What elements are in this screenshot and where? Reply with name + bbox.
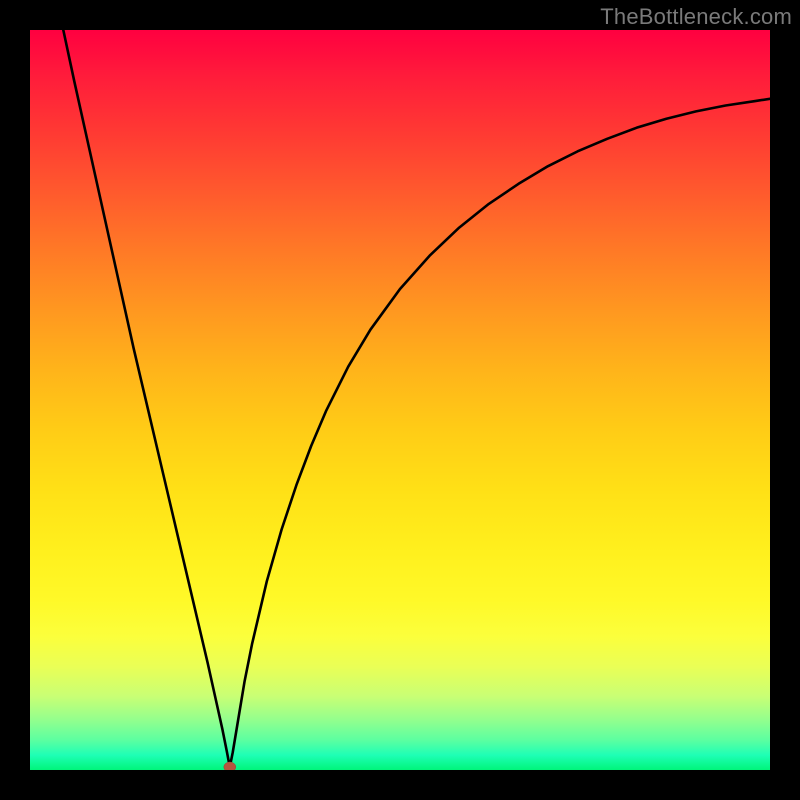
minimum-marker	[224, 762, 236, 770]
watermark-text: TheBottleneck.com	[600, 4, 792, 30]
chart-frame: TheBottleneck.com	[0, 0, 800, 800]
bottleneck-curve-path	[63, 30, 770, 767]
curve-svg	[30, 30, 770, 770]
plot-area	[30, 30, 770, 770]
